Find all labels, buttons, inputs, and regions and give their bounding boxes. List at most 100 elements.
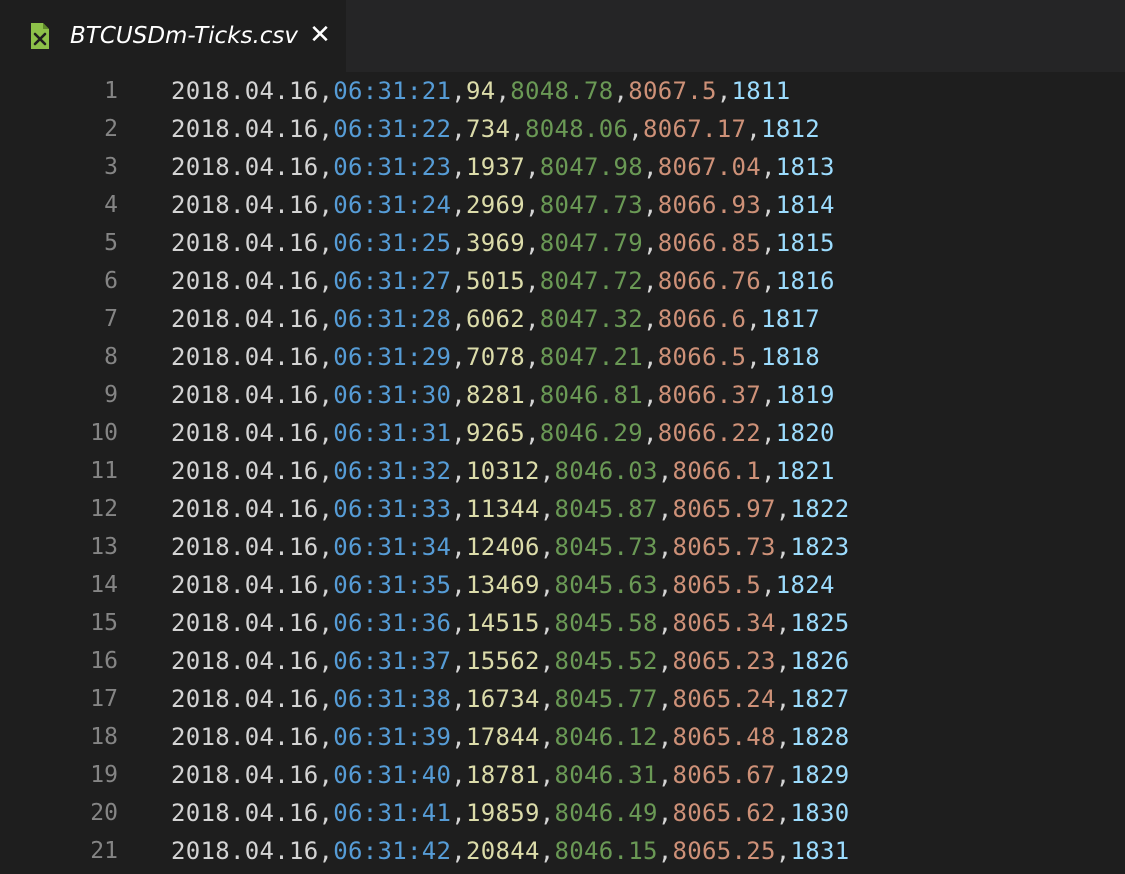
code-line[interactable]: 13 2018.04.16,06:31:34,12406,8045.73,8065… [0,528,1125,566]
csv-separator: , [643,153,658,181]
code-line[interactable]: 17 2018.04.16,06:31:38,16734,8045.77,8065… [0,680,1125,718]
csv-volume: 5015 [466,267,525,295]
csv-separator: , [657,685,673,713]
csv-separator: , [318,837,334,865]
csv-record: 2018.04.16,06:31:30,8281,8046.81,8066.37… [171,376,835,414]
csv-volume: 6062 [466,305,525,333]
csv-ask: 8066.1 [672,457,761,485]
csv-ask: 8066.85 [657,229,761,257]
csv-separator: , [451,799,466,827]
code-line[interactable]: 14 2018.04.16,06:31:35,13469,8045.63,8065… [0,566,1125,604]
csv-volume: 18781 [466,761,540,789]
code-line[interactable]: 2 2018.04.16,06:31:22,734,8048.06,8067.17… [0,110,1125,148]
csv-ask: 8065.62 [672,799,776,827]
csv-date: 2018.04.16 [171,381,319,409]
csv-separator: , [775,837,791,865]
code-line[interactable]: 7 2018.04.16,06:31:28,6062,8047.32,8066.6… [0,300,1125,338]
csv-id: 1820 [775,419,835,447]
csv-time: 06:31:37 [333,647,452,675]
csv-ask: 8066.6 [657,305,747,333]
code-line[interactable]: 21 2018.04.16,06:31:42,20844,8046.15,8065… [0,832,1125,870]
csv-bid: 8047.32 [539,305,643,333]
csv-bid: 8045.77 [554,685,658,713]
tab-btcusdm-ticks[interactable]: BTCUSDm-Ticks.csv ✕ [0,0,347,72]
csv-date: 2018.04.16 [171,799,319,827]
csv-separator: , [539,495,555,523]
line-number: 20 [90,800,118,826]
csv-id: 1828 [790,723,850,751]
csv-time: 06:31:27 [333,267,452,295]
csv-id: 1825 [790,609,850,637]
csv-id: 1821 [775,457,835,485]
csv-record: 2018.04.16,06:31:40,18781,8046.31,8065.6… [171,756,850,794]
csv-separator: , [318,115,334,143]
csv-id: 1822 [790,495,850,523]
csv-separator: , [775,495,791,523]
csv-date: 2018.04.16 [171,571,319,599]
csv-separator: , [451,191,466,219]
csv-separator: , [451,153,466,181]
csv-date: 2018.04.16 [171,419,319,447]
csv-volume: 734 [466,115,511,143]
csv-date: 2018.04.16 [171,723,319,751]
line-number: 21 [90,838,118,864]
line-number: 10 [90,420,118,446]
csv-separator: , [746,343,761,371]
csv-record: 2018.04.16,06:31:28,6062,8047.32,8066.6,… [171,300,820,338]
csv-bid: 8045.58 [554,609,658,637]
close-icon[interactable]: ✕ [308,22,332,48]
line-number: 1 [104,78,118,104]
csv-separator: , [318,609,334,637]
csv-separator: , [451,495,466,523]
csv-separator: , [318,571,334,599]
line-number: 17 [90,686,118,712]
csv-separator: , [775,647,791,675]
csv-id: 1811 [731,77,791,105]
csv-bid: 8045.87 [554,495,658,523]
line-number: 13 [90,534,118,560]
csv-volume: 11344 [466,495,540,523]
csv-separator: , [539,647,555,675]
csv-time: 06:31:22 [333,115,452,143]
csv-record: 2018.04.16,06:31:42,20844,8046.15,8065.2… [171,832,850,870]
line-number: 12 [90,496,118,522]
csv-separator: , [318,799,334,827]
tab-bar: BTCUSDm-Ticks.csv ✕ [0,0,1125,73]
code-line[interactable]: 10 2018.04.16,06:31:31,9265,8046.29,8066.… [0,414,1125,452]
code-line[interactable]: 20 2018.04.16,06:31:41,19859,8046.49,8065… [0,794,1125,832]
csv-separator: , [318,495,334,523]
code-line[interactable]: 9 2018.04.16,06:31:30,8281,8046.81,8066.3… [0,376,1125,414]
csv-volume: 9265 [466,419,525,447]
code-line[interactable]: 18 2018.04.16,06:31:39,17844,8046.12,8065… [0,718,1125,756]
csv-bid: 8046.49 [554,799,658,827]
line-number: 2 [104,116,118,142]
csv-bid: 8046.03 [554,457,658,485]
csv-date: 2018.04.16 [171,229,319,257]
csv-separator: , [657,761,673,789]
csv-bid: 8046.15 [554,837,658,865]
csv-volume: 17844 [466,723,540,751]
csv-id: 1830 [790,799,850,827]
csv-separator: , [539,685,555,713]
code-line[interactable]: 1 2018.04.16,06:31:21,94,8048.78,8067.5,1… [0,72,1125,110]
csv-separator: , [746,115,761,143]
csv-date: 2018.04.16 [171,495,319,523]
csv-separator: , [318,305,334,333]
code-line[interactable]: 16 2018.04.16,06:31:37,15562,8045.52,8065… [0,642,1125,680]
code-line[interactable]: 8 2018.04.16,06:31:29,7078,8047.21,8066.5… [0,338,1125,376]
line-number: 3 [104,154,118,180]
code-line[interactable]: 11 2018.04.16,06:31:32,10312,8046.03,8066… [0,452,1125,490]
code-line[interactable]: 12 2018.04.16,06:31:33,11344,8045.87,8065… [0,490,1125,528]
csv-ask: 8067.5 [628,77,717,105]
line-number: 9 [104,382,118,408]
code-line[interactable]: 4 2018.04.16,06:31:24,2969,8047.73,8066.9… [0,186,1125,224]
csv-id: 1819 [775,381,835,409]
code-line[interactable]: 3 2018.04.16,06:31:23,1937,8047.98,8067.0… [0,148,1125,186]
editor[interactable]: 1 2018.04.16,06:31:21,94,8048.78,8067.5,1… [0,72,1125,874]
code-line[interactable]: 15 2018.04.16,06:31:36,14515,8045.58,8065… [0,604,1125,642]
csv-volume: 94 [466,77,496,105]
csv-separator: , [761,457,776,485]
code-line[interactable]: 19 2018.04.16,06:31:40,18781,8046.31,8065… [0,756,1125,794]
code-line[interactable]: 5 2018.04.16,06:31:25,3969,8047.79,8066.8… [0,224,1125,262]
code-line[interactable]: 6 2018.04.16,06:31:27,5015,8047.72,8066.7… [0,262,1125,300]
